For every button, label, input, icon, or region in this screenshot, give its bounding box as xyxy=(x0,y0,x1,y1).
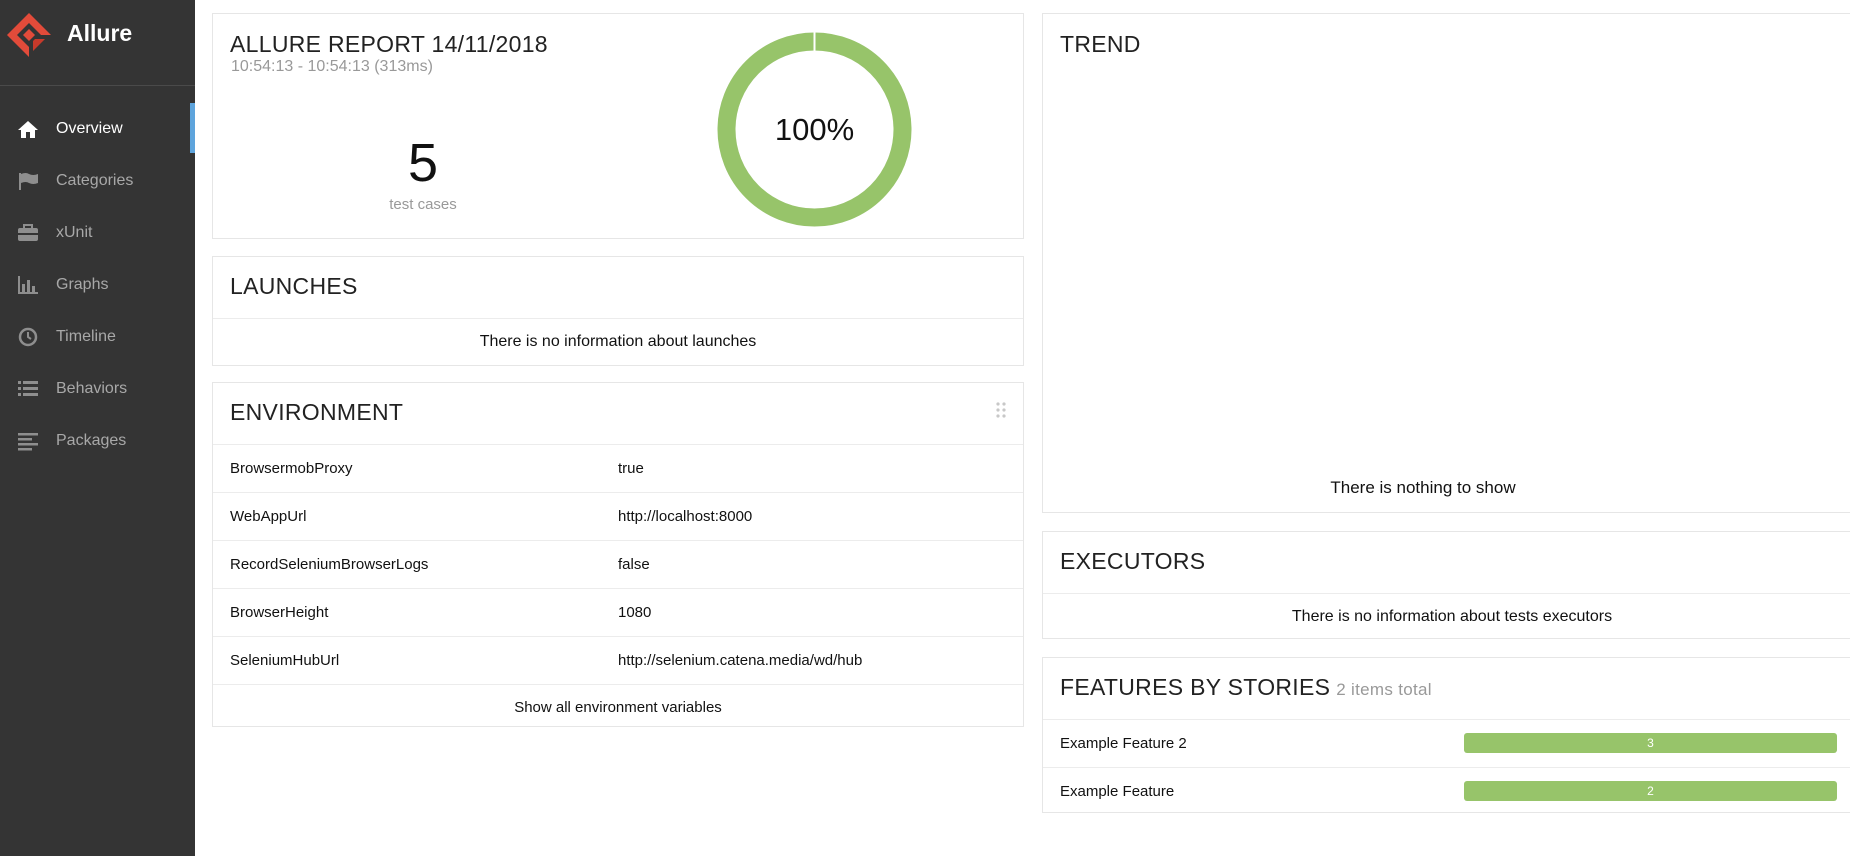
pass-rate-percent: 100% xyxy=(774,111,855,147)
sidebar-item-packages[interactable]: Packages xyxy=(0,415,195,467)
features-title: FEATURES BY STORIES xyxy=(1060,674,1331,700)
sidebar-item-label: Timeline xyxy=(56,328,116,345)
launches-widget: LAUNCHES There is no information about l… xyxy=(212,256,1024,366)
clock-icon xyxy=(16,327,40,347)
sidebar-item-label: Overview xyxy=(56,120,123,137)
sidebar-nav: Overview Categories xUnit Graphs Timelin… xyxy=(0,103,195,467)
allure-logo-icon xyxy=(7,13,51,57)
sidebar-item-label: Packages xyxy=(56,432,127,449)
env-value: http://selenium.catena.media/wd/hub xyxy=(618,652,863,669)
launches-empty-message: There is no information about launches xyxy=(479,333,757,350)
environment-widget: ENVIRONMENT BrowsermobProxy true WebAppU… xyxy=(212,382,1024,727)
env-value: true xyxy=(618,460,644,477)
launches-title: LAUNCHES xyxy=(230,273,358,299)
feature-name: Example Feature 2 xyxy=(1060,735,1187,752)
feature-bar-value: 2 xyxy=(1647,784,1654,798)
env-key: SeleniumHubUrl xyxy=(230,652,340,669)
sidebar-item-behaviors[interactable]: Behaviors xyxy=(0,363,195,415)
flag-icon xyxy=(16,171,40,191)
test-case-count-label: test cases xyxy=(389,196,457,213)
environment-title: ENVIRONMENT xyxy=(230,399,404,425)
env-value: http://localhost:8000 xyxy=(618,508,753,525)
list-icon xyxy=(16,379,40,399)
feature-bar[interactable]: 3 xyxy=(1464,733,1837,753)
feature-bar[interactable]: 2 xyxy=(1464,781,1837,801)
report-time: 10:54:13 - 10:54:13 (313ms) xyxy=(231,58,433,75)
executors-widget: EXECUTORS There is no information about … xyxy=(1042,531,1850,639)
sidebar-item-label: Graphs xyxy=(56,276,109,293)
feature-row[interactable]: Example Feature 2 3 xyxy=(1043,720,1850,768)
features-title-wrap: FEATURES BY STORIES 2 items total xyxy=(1060,674,1432,701)
executors-empty-message: There is no information about tests exec… xyxy=(1291,608,1613,625)
sidebar-item-label: Behaviors xyxy=(56,380,128,397)
executors-title: EXECUTORS xyxy=(1060,548,1206,574)
env-key: BrowsermobProxy xyxy=(230,460,353,477)
env-row: BrowsermobProxy true xyxy=(213,445,1023,493)
sidebar-item-label: xUnit xyxy=(56,224,93,241)
sidebar-item-timeline[interactable]: Timeline xyxy=(0,311,195,363)
sidebar-item-categories[interactable]: Categories xyxy=(0,155,195,207)
align-left-icon xyxy=(16,431,40,451)
brand: Allure xyxy=(0,0,195,86)
trend-title: TREND xyxy=(1060,31,1141,57)
env-key: BrowserHeight xyxy=(230,604,329,621)
env-value: false xyxy=(618,556,650,573)
feature-row[interactable]: Example Feature 2 xyxy=(1043,768,1850,815)
env-key: WebAppUrl xyxy=(230,508,307,525)
trend-widget: TREND There is nothing to show xyxy=(1042,13,1850,513)
trend-empty-message: There is nothing to show xyxy=(1330,478,1516,497)
feature-bar-track: 3 xyxy=(1464,733,1837,753)
bar-chart-icon xyxy=(16,275,40,295)
sidebar-item-graphs[interactable]: Graphs xyxy=(0,259,195,311)
home-icon xyxy=(16,119,40,139)
summary-widget: ALLURE REPORT 14/11/2018 10:54:13 - 10:5… xyxy=(212,13,1024,239)
env-row: BrowserHeight 1080 xyxy=(213,589,1023,637)
show-all-env-button[interactable]: Show all environment variables xyxy=(213,685,1023,730)
env-key: RecordSeleniumBrowserLogs xyxy=(230,556,429,573)
feature-bar-track: 2 xyxy=(1464,781,1837,801)
sidebar-item-xunit[interactable]: xUnit xyxy=(0,207,195,259)
sidebar-item-label: Categories xyxy=(56,172,134,189)
drag-handle-icon[interactable] xyxy=(995,401,1007,421)
env-row: SeleniumHubUrl http://selenium.catena.me… xyxy=(213,637,1023,685)
features-widget: FEATURES BY STORIES 2 items total Example… xyxy=(1042,657,1850,813)
report-title: ALLURE REPORT 14/11/2018 xyxy=(230,31,548,57)
feature-bar-value: 3 xyxy=(1647,736,1654,750)
env-value: 1080 xyxy=(618,604,652,621)
sidebar: Allure Overview Categories xUnit Graphs xyxy=(0,0,195,856)
sidebar-item-overview[interactable]: Overview xyxy=(0,103,195,155)
briefcase-icon xyxy=(16,223,40,243)
features-total: 2 items total xyxy=(1336,680,1432,699)
env-row: RecordSeleniumBrowserLogs false xyxy=(213,541,1023,589)
feature-name: Example Feature xyxy=(1060,783,1175,800)
app-name: Allure xyxy=(67,20,133,46)
environment-header: ENVIRONMENT xyxy=(213,383,1023,445)
features-header: FEATURES BY STORIES 2 items total xyxy=(1043,658,1850,720)
env-row: WebAppUrl http://localhost:8000 xyxy=(213,493,1023,541)
test-case-count: 5 xyxy=(407,133,439,193)
executors-header: EXECUTORS xyxy=(1043,532,1850,594)
launches-header: LAUNCHES xyxy=(213,257,1023,319)
